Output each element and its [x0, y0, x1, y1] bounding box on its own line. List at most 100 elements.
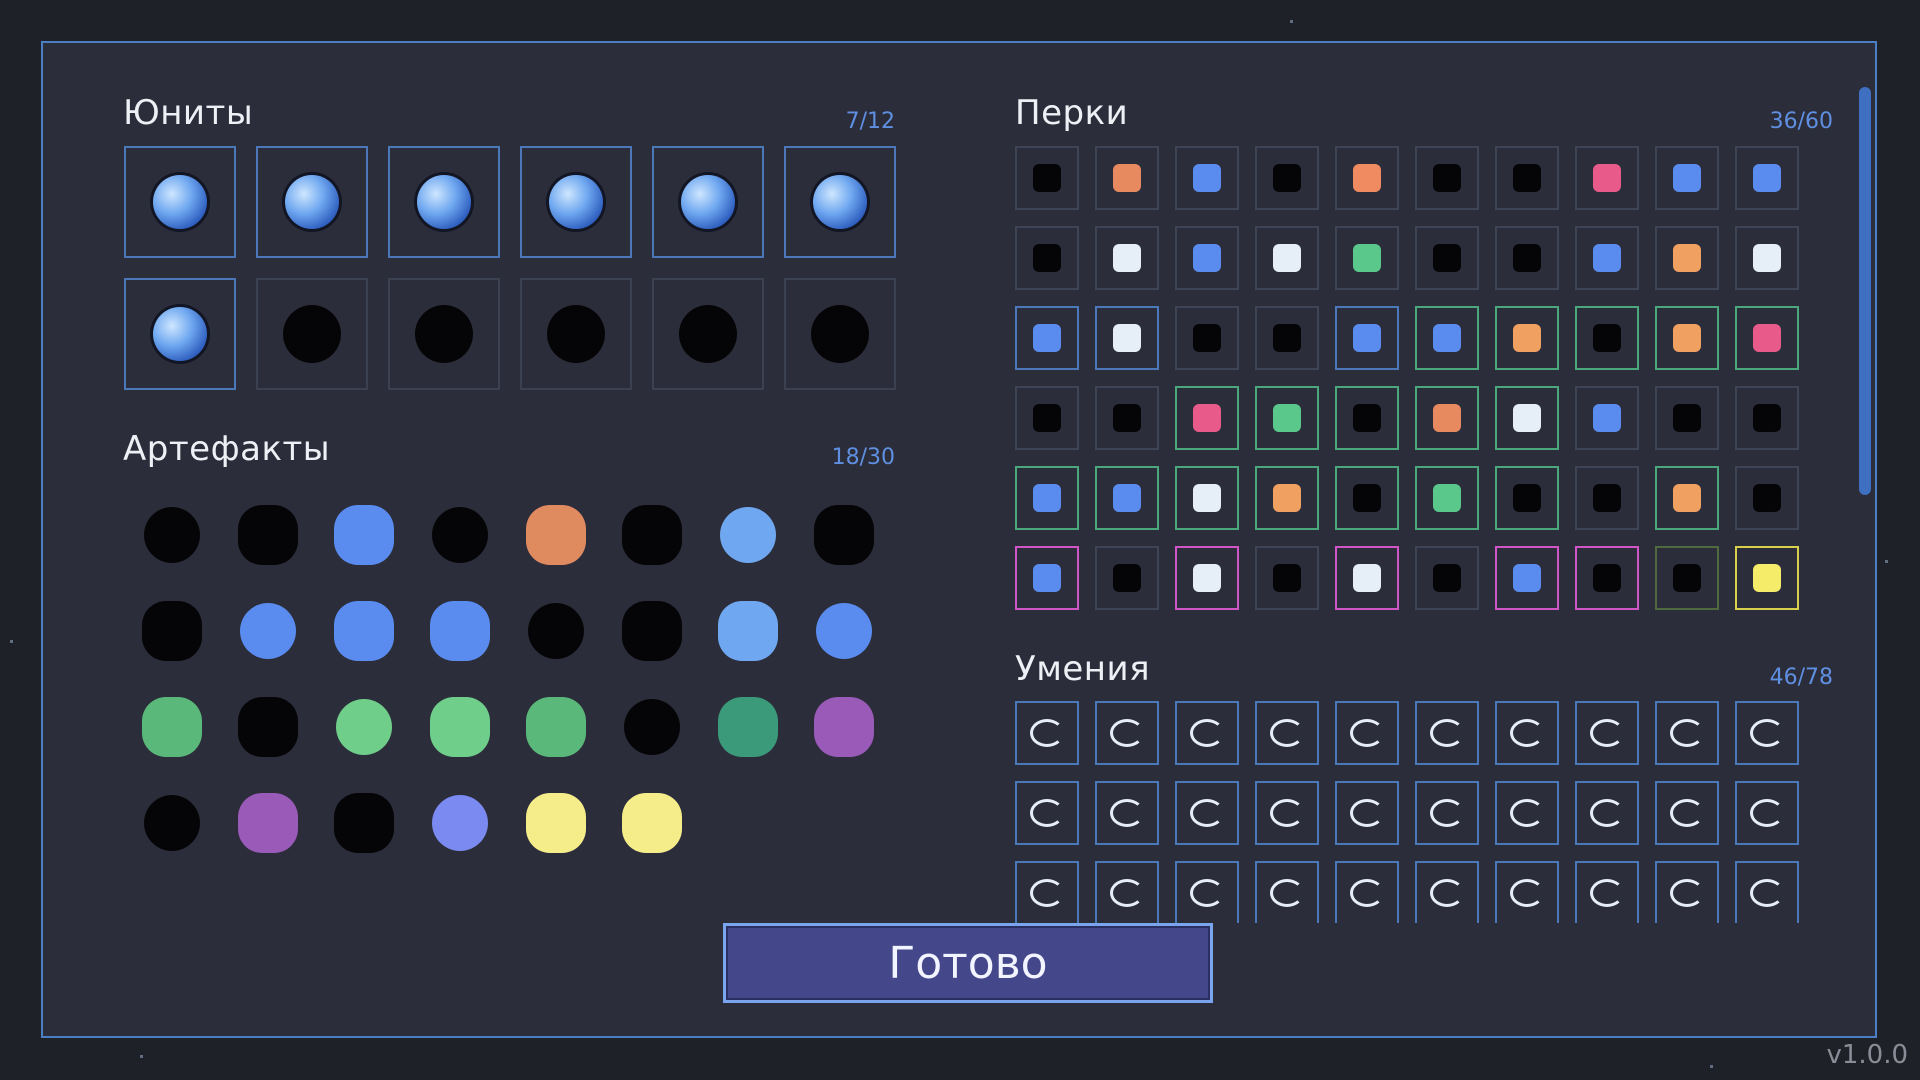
- skill-slot[interactable]: [1095, 781, 1159, 845]
- perk-slot[interactable]: [1255, 146, 1319, 210]
- perk-slot[interactable]: [1335, 226, 1399, 290]
- perk-slot[interactable]: [1575, 306, 1639, 370]
- artifact-slot[interactable]: [220, 583, 316, 679]
- perk-slot[interactable]: [1255, 466, 1319, 530]
- perk-slot[interactable]: [1015, 306, 1079, 370]
- perk-slot[interactable]: [1655, 546, 1719, 610]
- perk-slot[interactable]: [1255, 226, 1319, 290]
- skill-slot[interactable]: [1735, 781, 1799, 845]
- perk-slot[interactable]: [1655, 226, 1719, 290]
- perk-slot[interactable]: [1575, 546, 1639, 610]
- perk-slot[interactable]: [1735, 386, 1799, 450]
- unit-slot[interactable]: [388, 146, 500, 258]
- artifact-slot[interactable]: [508, 775, 604, 871]
- skill-slot[interactable]: [1655, 861, 1719, 923]
- perk-slot[interactable]: [1335, 306, 1399, 370]
- unit-slot[interactable]: [256, 146, 368, 258]
- skill-slot[interactable]: [1495, 701, 1559, 765]
- artifact-slot[interactable]: [316, 487, 412, 583]
- perk-slot[interactable]: [1015, 146, 1079, 210]
- perk-slot[interactable]: [1655, 466, 1719, 530]
- artifact-slot[interactable]: [316, 679, 412, 775]
- perk-slot[interactable]: [1735, 306, 1799, 370]
- artifact-slot[interactable]: [124, 775, 220, 871]
- unit-slot[interactable]: [784, 278, 896, 390]
- skill-slot[interactable]: [1415, 781, 1479, 845]
- artifact-slot[interactable]: [796, 679, 892, 775]
- perk-slot[interactable]: [1415, 146, 1479, 210]
- perk-slot[interactable]: [1015, 466, 1079, 530]
- artifact-slot[interactable]: [412, 583, 508, 679]
- skill-slot[interactable]: [1255, 701, 1319, 765]
- artifact-slot[interactable]: [604, 583, 700, 679]
- artifact-slot[interactable]: [700, 487, 796, 583]
- skill-slot[interactable]: [1255, 861, 1319, 923]
- perk-slot[interactable]: [1095, 546, 1159, 610]
- skill-slot[interactable]: [1255, 781, 1319, 845]
- skill-slot[interactable]: [1735, 861, 1799, 923]
- unit-slot[interactable]: [520, 146, 632, 258]
- perk-slot[interactable]: [1575, 386, 1639, 450]
- perk-slot[interactable]: [1335, 546, 1399, 610]
- perk-slot[interactable]: [1095, 306, 1159, 370]
- skill-slot[interactable]: [1095, 861, 1159, 923]
- skill-slot[interactable]: [1495, 781, 1559, 845]
- artifact-slot[interactable]: [124, 487, 220, 583]
- skill-slot[interactable]: [1015, 701, 1079, 765]
- artifact-slot[interactable]: [796, 487, 892, 583]
- perk-slot[interactable]: [1335, 386, 1399, 450]
- perk-slot[interactable]: [1495, 386, 1559, 450]
- skill-slot[interactable]: [1015, 781, 1079, 845]
- artifact-slot[interactable]: [700, 583, 796, 679]
- perk-slot[interactable]: [1415, 546, 1479, 610]
- perk-slot[interactable]: [1175, 546, 1239, 610]
- perk-slot[interactable]: [1495, 546, 1559, 610]
- perk-slot[interactable]: [1655, 146, 1719, 210]
- skill-slot[interactable]: [1175, 861, 1239, 923]
- perk-slot[interactable]: [1495, 466, 1559, 530]
- perk-slot[interactable]: [1735, 466, 1799, 530]
- artifact-slot[interactable]: [604, 775, 700, 871]
- skill-slot[interactable]: [1015, 861, 1079, 923]
- artifact-slot[interactable]: [508, 679, 604, 775]
- artifact-slot[interactable]: [412, 775, 508, 871]
- perk-slot[interactable]: [1495, 306, 1559, 370]
- perk-slot[interactable]: [1735, 226, 1799, 290]
- skill-slot[interactable]: [1415, 861, 1479, 923]
- skill-slot[interactable]: [1175, 781, 1239, 845]
- skill-slot[interactable]: [1095, 701, 1159, 765]
- unit-slot[interactable]: [388, 278, 500, 390]
- skill-slot[interactable]: [1335, 781, 1399, 845]
- artifact-slot[interactable]: [124, 679, 220, 775]
- artifact-slot[interactable]: [412, 679, 508, 775]
- skill-slot[interactable]: [1735, 701, 1799, 765]
- perk-slot[interactable]: [1255, 306, 1319, 370]
- perk-slot[interactable]: [1175, 386, 1239, 450]
- artifact-slot[interactable]: [316, 583, 412, 679]
- perk-slot[interactable]: [1255, 546, 1319, 610]
- artifact-slot[interactable]: [124, 583, 220, 679]
- skill-slot[interactable]: [1175, 701, 1239, 765]
- unit-slot[interactable]: [124, 278, 236, 390]
- perk-slot[interactable]: [1495, 226, 1559, 290]
- perk-slot[interactable]: [1655, 306, 1719, 370]
- perk-slot[interactable]: [1175, 226, 1239, 290]
- perk-slot[interactable]: [1335, 466, 1399, 530]
- unit-slot[interactable]: [124, 146, 236, 258]
- perk-slot[interactable]: [1735, 546, 1799, 610]
- perk-slot[interactable]: [1175, 146, 1239, 210]
- unit-slot[interactable]: [520, 278, 632, 390]
- unit-slot[interactable]: [652, 278, 764, 390]
- perk-slot[interactable]: [1175, 306, 1239, 370]
- artifact-slot[interactable]: [796, 583, 892, 679]
- artifact-slot[interactable]: [316, 775, 412, 871]
- artifact-slot[interactable]: [604, 487, 700, 583]
- perk-slot[interactable]: [1415, 306, 1479, 370]
- perk-slot[interactable]: [1015, 226, 1079, 290]
- perk-slot[interactable]: [1415, 386, 1479, 450]
- perk-slot[interactable]: [1255, 386, 1319, 450]
- unit-slot[interactable]: [784, 146, 896, 258]
- perk-slot[interactable]: [1575, 226, 1639, 290]
- perk-slot[interactable]: [1015, 546, 1079, 610]
- skill-slot[interactable]: [1655, 701, 1719, 765]
